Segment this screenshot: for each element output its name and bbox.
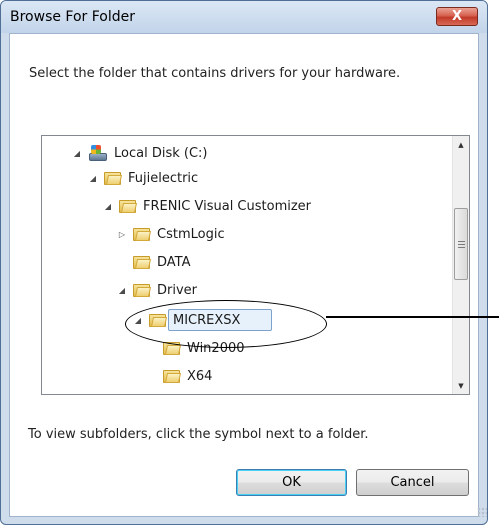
vertical-scrollbar[interactable]: ▲ ▼ <box>452 136 469 394</box>
dialog-title: Browse For Folder <box>10 9 136 25</box>
close-button[interactable]: X <box>436 7 478 26</box>
close-icon: X <box>451 9 463 24</box>
tree-item-cstmlogic[interactable]: ▷ CstmLogic <box>117 223 225 245</box>
folder-icon <box>163 368 182 384</box>
tree-item-local-disk[interactable]: ◢ Local Disk (C:) <box>72 142 207 164</box>
tree-item-driver[interactable]: ◢ Driver <box>117 279 197 301</box>
folder-tree[interactable]: ◢ Local Disk (C:) ◢ Fujielectric ◢ FRENI… <box>41 135 470 395</box>
folder-icon <box>119 198 138 214</box>
tree-item-fujielectric[interactable]: ◢ Fujielectric <box>88 167 198 189</box>
cancel-button[interactable]: Cancel <box>356 469 469 496</box>
expanded-arrow-icon[interactable]: ◢ <box>103 201 113 211</box>
folder-icon <box>104 170 123 186</box>
tree-item-x64[interactable]: X64 <box>163 365 212 387</box>
tree-item-data[interactable]: DATA <box>133 251 191 273</box>
tree-item-frenic-visual-customizer[interactable]: ◢ FRENIC Visual Customizer <box>103 195 311 217</box>
tree-item-label: Driver <box>157 282 198 298</box>
collapsed-arrow-icon[interactable]: ▷ <box>117 229 127 239</box>
instruction-text: Select the folder that contains drivers … <box>29 66 401 81</box>
tree-item-label: FRENIC Visual Customizer <box>143 198 312 214</box>
resize-grip-icon[interactable] <box>477 507 487 517</box>
callout-ellipse <box>125 300 327 348</box>
tree-item-label: CstmLogic <box>157 226 225 242</box>
folder-icon <box>133 226 152 242</box>
grip-icon <box>457 240 465 248</box>
tree-item-label: Local Disk (C:) <box>114 145 208 161</box>
scroll-thumb[interactable] <box>454 208 468 280</box>
hint-text: To view subfolders, click the symbol nex… <box>28 427 369 442</box>
tree-item-label: DATA <box>157 254 191 270</box>
tree-item-label: X64 <box>187 368 213 384</box>
scroll-down-arrow-icon[interactable]: ▼ <box>453 377 469 394</box>
folder-icon <box>133 282 152 298</box>
expanded-arrow-icon[interactable]: ◢ <box>72 148 82 158</box>
expanded-arrow-icon[interactable]: ◢ <box>88 173 98 183</box>
tree-item-label: Fujielectric <box>128 170 199 186</box>
title-bar[interactable]: Browse For Folder X <box>1 1 487 33</box>
callout-line <box>326 316 499 318</box>
expanded-arrow-icon[interactable]: ◢ <box>117 285 127 295</box>
folder-icon <box>133 254 152 270</box>
drive-icon <box>88 144 108 162</box>
ok-button[interactable]: OK <box>236 469 347 496</box>
scroll-up-arrow-icon[interactable]: ▲ <box>453 136 469 153</box>
